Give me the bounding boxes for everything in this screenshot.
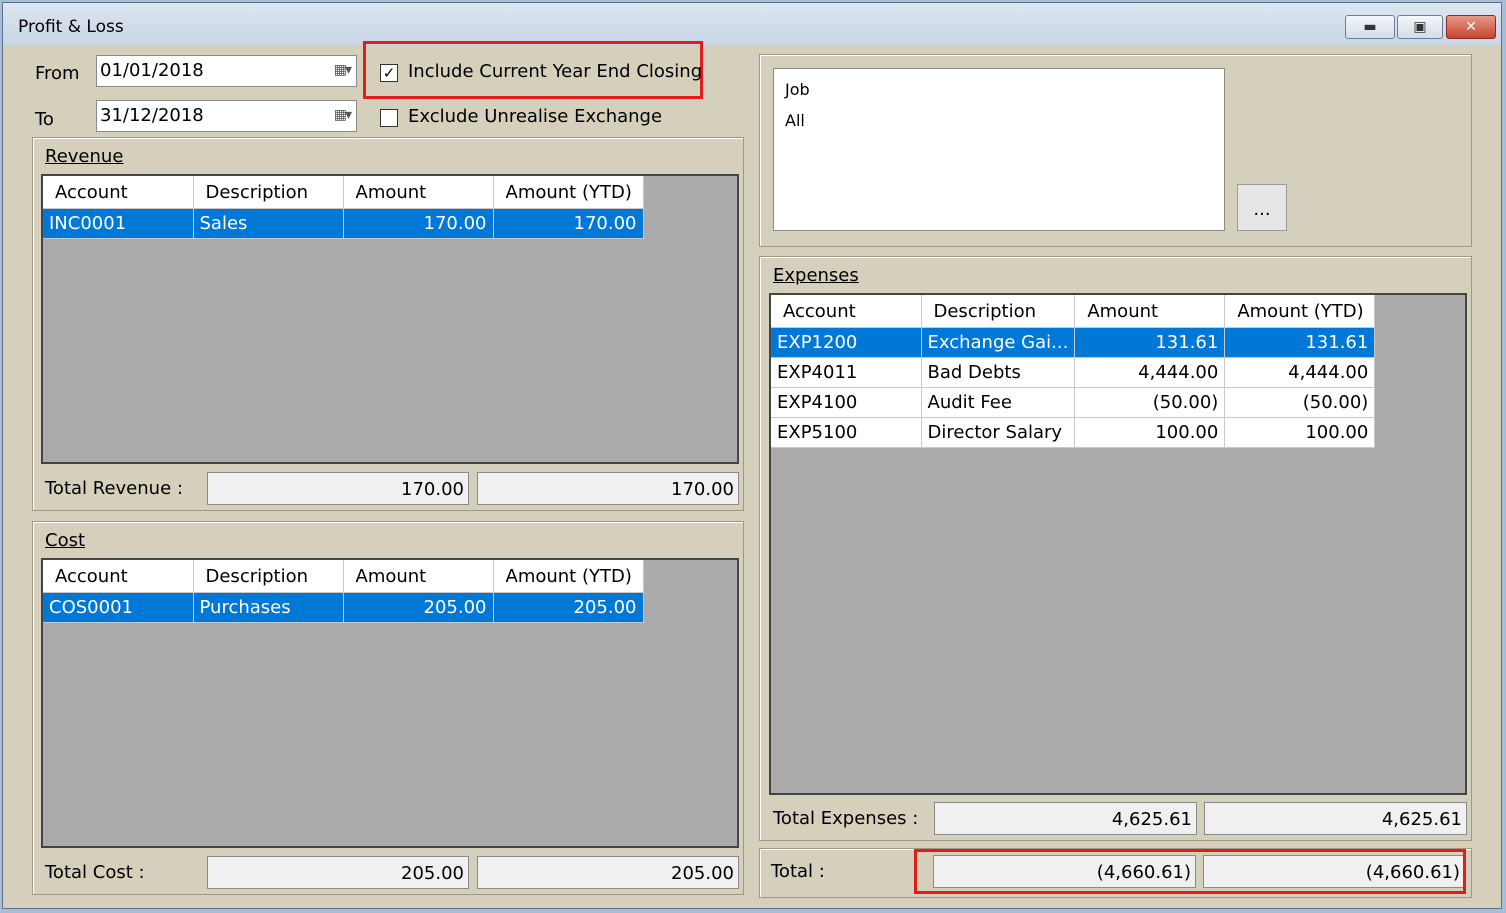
amount-ytd-cell: 205.00	[493, 592, 644, 623]
total-expenses-label: Total Expenses :	[773, 808, 919, 829]
amount-ytd-cell: 4,444.00	[1224, 357, 1376, 388]
total-cost-label: Total Cost :	[45, 862, 145, 883]
from-date-value: 01/01/2018	[100, 60, 204, 81]
expenses-group: Expenses Account Description Amount Amou…	[759, 256, 1472, 841]
amount-cell: 4,444.00	[1074, 357, 1226, 388]
description-cell: Bad Debts	[921, 357, 1076, 388]
cost-group: Cost Account Description Amount Amount (…	[32, 521, 744, 895]
account-cell: EXP4011	[771, 357, 922, 388]
total-cost-field: 205.00	[207, 856, 469, 889]
include-closing-label: Include Current Year End Closing	[408, 61, 703, 82]
column-header-amount[interactable]: Amount	[343, 176, 494, 209]
account-cell: EXP1200	[771, 327, 922, 358]
amount-cell: 170.00	[343, 208, 494, 239]
column-header-description[interactable]: Description	[193, 176, 344, 209]
exclude-unrealise-label: Exclude Unrealise Exchange	[408, 106, 663, 127]
to-date-field[interactable]: 31/12/2018 ▦▾	[96, 100, 357, 132]
amount-cell: 205.00	[343, 592, 494, 623]
grand-total-label: Total :	[771, 861, 825, 882]
table-row[interactable]: EXP4011 Bad Debts 4,444.00 4,444.00	[771, 357, 1376, 388]
column-header-account[interactable]: Account	[771, 295, 922, 328]
column-header-account[interactable]: Account	[43, 560, 194, 593]
total-expenses-ytd-field: 4,625.61	[1204, 802, 1467, 835]
column-header-description[interactable]: Description	[921, 295, 1076, 328]
amount-cell: (50.00)	[1074, 387, 1226, 418]
column-header-amount-ytd[interactable]: Amount (YTD)	[493, 176, 644, 209]
minimize-button[interactable]: ▬	[1345, 15, 1395, 39]
window-title: Profit & Loss	[18, 17, 124, 37]
table-row[interactable]: EXP1200 Exchange Gai... 131.61 131.61	[771, 327, 1376, 358]
title-bar: Profit & Loss ▬ ▣ ✕	[3, 3, 1501, 45]
description-cell: Audit Fee	[921, 387, 1076, 418]
highlight-box	[914, 849, 1466, 894]
total-cost-ytd-field: 205.00	[477, 856, 739, 889]
include-closing-checkbox[interactable]: ✓	[380, 64, 398, 82]
maximize-button[interactable]: ▣	[1397, 15, 1443, 39]
amount-ytd-cell: 100.00	[1224, 417, 1376, 448]
account-cell: COS0001	[43, 592, 194, 623]
amount-ytd-cell: 170.00	[493, 208, 644, 239]
job-header: Job	[785, 80, 810, 99]
revenue-title: Revenue	[45, 146, 124, 167]
column-header-account[interactable]: Account	[43, 176, 194, 209]
amount-cell: 131.61	[1074, 327, 1226, 358]
job-value[interactable]: All	[785, 111, 805, 130]
calendar-dropdown-icon[interactable]: ▦▾	[334, 62, 352, 78]
total-revenue-field: 170.00	[207, 472, 469, 505]
maximize-icon: ▣	[1413, 19, 1427, 35]
close-button[interactable]: ✕	[1446, 15, 1496, 39]
table-row[interactable]: EXP5100 Director Salary 100.00 100.00	[771, 417, 1376, 448]
column-header-amount[interactable]: Amount	[343, 560, 494, 593]
calendar-dropdown-icon[interactable]: ▦▾	[334, 107, 352, 123]
table-row[interactable]: INC0001 Sales 170.00 170.00	[43, 208, 644, 239]
minimize-icon: ▬	[1363, 19, 1377, 35]
expenses-grid[interactable]: Account Description Amount Amount (YTD) …	[769, 293, 1467, 795]
column-header-amount-ytd[interactable]: Amount (YTD)	[1224, 295, 1376, 328]
exclude-unrealise-checkbox[interactable]	[380, 109, 398, 127]
total-revenue-label: Total Revenue :	[45, 478, 183, 499]
from-label: From	[35, 63, 80, 84]
account-cell: INC0001	[43, 208, 194, 239]
table-row[interactable]: COS0001 Purchases 205.00 205.00	[43, 592, 644, 623]
column-header-amount-ytd[interactable]: Amount (YTD)	[493, 560, 644, 593]
cost-title: Cost	[45, 530, 86, 551]
job-browse-button[interactable]: ...	[1237, 184, 1287, 231]
from-date-field[interactable]: 01/01/2018 ▦▾	[96, 55, 357, 87]
amount-cell: 100.00	[1074, 417, 1226, 448]
revenue-group: Revenue Account Description Amount Amoun…	[32, 137, 744, 511]
close-icon: ✕	[1465, 19, 1477, 35]
column-header-description[interactable]: Description	[193, 560, 344, 593]
account-cell: EXP5100	[771, 417, 922, 448]
expenses-title: Expenses	[773, 265, 859, 286]
column-header-amount[interactable]: Amount	[1074, 295, 1226, 328]
job-list[interactable]: Job All	[773, 68, 1225, 231]
description-cell: Purchases	[193, 592, 344, 623]
amount-ytd-cell: 131.61	[1224, 327, 1376, 358]
total-revenue-ytd-field: 170.00	[477, 472, 739, 505]
profit-loss-window: Profit & Loss ▬ ▣ ✕ From 01/01/2018 ▦▾ T…	[2, 2, 1502, 909]
revenue-grid[interactable]: Account Description Amount Amount (YTD) …	[41, 174, 739, 464]
total-expenses-field: 4,625.61	[934, 802, 1197, 835]
cost-grid[interactable]: Account Description Amount Amount (YTD) …	[41, 558, 739, 848]
description-cell: Exchange Gai...	[921, 327, 1076, 358]
to-label: To	[35, 109, 54, 130]
checkmark-icon: ✓	[382, 64, 396, 82]
to-date-value: 31/12/2018	[100, 105, 204, 126]
account-cell: EXP4100	[771, 387, 922, 418]
table-row[interactable]: EXP4100 Audit Fee (50.00) (50.00)	[771, 387, 1376, 418]
description-cell: Director Salary	[921, 417, 1076, 448]
amount-ytd-cell: (50.00)	[1224, 387, 1376, 418]
description-cell: Sales	[193, 208, 344, 239]
